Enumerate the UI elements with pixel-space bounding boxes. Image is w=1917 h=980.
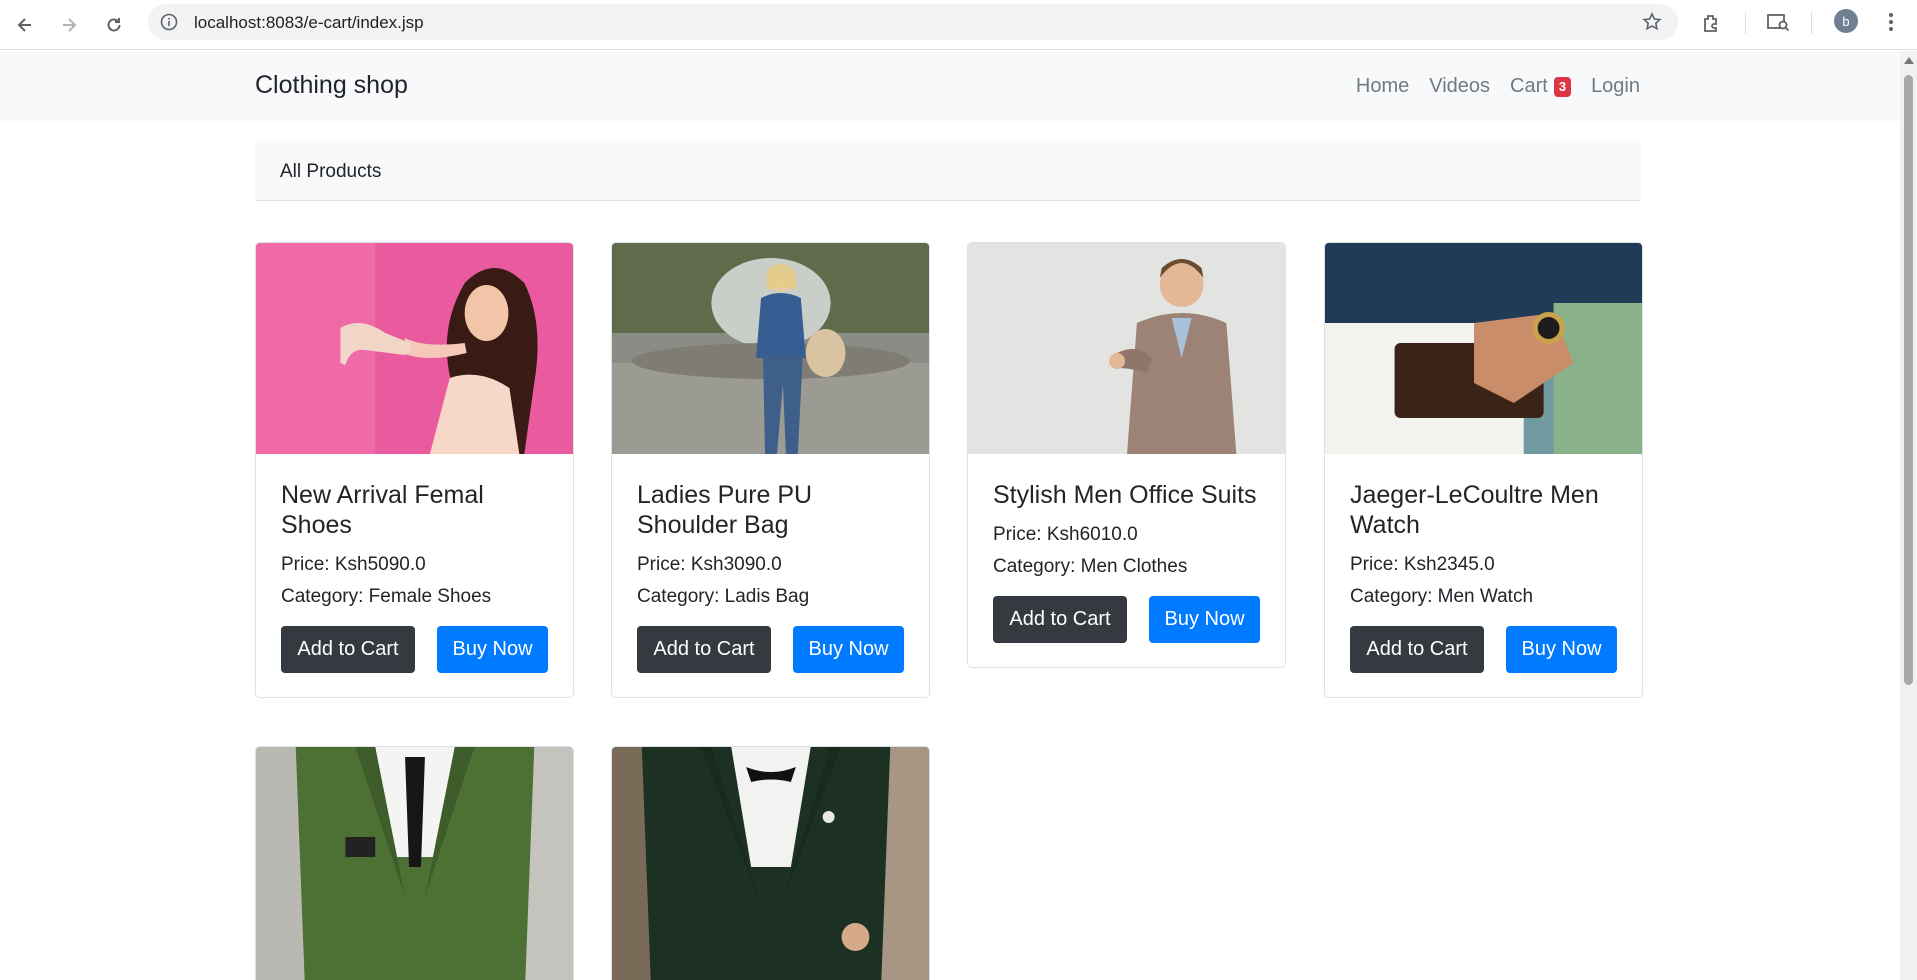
nav-home[interactable]: Home bbox=[1356, 75, 1409, 98]
forward-button[interactable] bbox=[52, 8, 86, 42]
arrow-left-icon bbox=[17, 18, 31, 32]
product-title: Ladies Pure PU Shoulder Bag bbox=[637, 481, 813, 539]
site-navbar: Clothing shop Home Videos Cart 3 Login bbox=[0, 51, 1900, 121]
product-category: Category: Ladis Bag bbox=[637, 586, 810, 607]
product-card: New Arrival Femal Shoes Price: Ksh5090.0… bbox=[255, 242, 574, 698]
url-text: localhost:8083/e-cart/index.jsp bbox=[194, 13, 424, 32]
product-image[interactable] bbox=[612, 243, 929, 454]
nav-cart-label: Cart bbox=[1510, 75, 1548, 97]
nav-links: Home Videos Cart 3 Login bbox=[1356, 75, 1640, 98]
add-to-cart-button[interactable]: Add to Cart bbox=[281, 626, 415, 673]
product-image[interactable] bbox=[256, 243, 573, 454]
buy-now-button[interactable]: Buy Now bbox=[1149, 596, 1260, 643]
add-to-cart-button[interactable]: Add to Cart bbox=[1350, 626, 1484, 673]
nav-cart[interactable]: Cart 3 bbox=[1510, 75, 1572, 98]
product-price: Price: Ksh5090.0 bbox=[281, 554, 426, 575]
product-image[interactable] bbox=[612, 747, 929, 980]
tab-search-icon[interactable] bbox=[1766, 10, 1790, 34]
product-title: New Arrival Femal Shoes bbox=[281, 481, 484, 539]
scroll-up-arrow[interactable] bbox=[1904, 57, 1914, 64]
page-scrollbar[interactable] bbox=[1900, 51, 1917, 980]
buy-now-button[interactable]: Buy Now bbox=[1506, 626, 1617, 673]
product-category: Category: Men Clothes bbox=[993, 556, 1188, 577]
address-bar[interactable]: localhost:8083/e-cart/index.jsp bbox=[148, 4, 1678, 40]
product-image[interactable] bbox=[1325, 243, 1642, 454]
bookmark-star-icon[interactable] bbox=[1642, 12, 1662, 32]
more-menu-icon[interactable] bbox=[1879, 10, 1903, 34]
reload-button[interactable] bbox=[97, 8, 131, 42]
add-to-cart-button[interactable]: Add to Cart bbox=[993, 596, 1127, 643]
scroll-thumb[interactable] bbox=[1904, 75, 1913, 685]
site-info-icon[interactable] bbox=[160, 13, 178, 31]
reload-icon bbox=[107, 18, 121, 32]
browser-toolbar: localhost:8083/e-cart/index.jsp b bbox=[0, 0, 1917, 50]
product-card: Stylish Men Office Suits Price: Ksh6010.… bbox=[967, 242, 1286, 668]
product-card: Jaeger-LeCoultre Men Watch Price: Ksh234… bbox=[1324, 242, 1643, 698]
add-to-cart-button[interactable]: Add to Cart bbox=[637, 626, 771, 673]
arrow-right-icon bbox=[63, 18, 77, 32]
nav-login[interactable]: Login bbox=[1591, 75, 1640, 98]
product-card bbox=[255, 746, 574, 980]
product-title: Stylish Men Office Suits bbox=[993, 481, 1257, 509]
breadcrumb-label: All Products bbox=[280, 161, 382, 182]
product-card bbox=[611, 746, 930, 980]
product-category: Category: Men Watch bbox=[1350, 586, 1534, 607]
product-image[interactable] bbox=[968, 243, 1285, 454]
profile-avatar[interactable]: b bbox=[1834, 9, 1858, 33]
extensions-icon[interactable] bbox=[1700, 10, 1724, 34]
nav-videos[interactable]: Videos bbox=[1429, 75, 1490, 98]
buy-now-button[interactable]: Buy Now bbox=[793, 626, 904, 673]
page-viewport: Clothing shop Home Videos Cart 3 Login A… bbox=[0, 51, 1900, 980]
product-title: Jaeger-LeCoultre Men Watch bbox=[1350, 481, 1599, 539]
product-price: Price: Ksh2345.0 bbox=[1350, 554, 1495, 575]
product-card: Ladies Pure PU Shoulder Bag Price: Ksh30… bbox=[611, 242, 930, 698]
breadcrumb: All Products bbox=[255, 141, 1641, 201]
brand-link[interactable]: Clothing shop bbox=[255, 71, 408, 100]
product-image[interactable] bbox=[256, 747, 573, 980]
product-category: Category: Female Shoes bbox=[281, 586, 492, 607]
product-price: Price: Ksh3090.0 bbox=[637, 554, 782, 575]
toolbar-divider bbox=[1745, 12, 1746, 34]
cart-count-badge: 3 bbox=[1553, 76, 1572, 97]
product-price: Price: Ksh6010.0 bbox=[993, 524, 1138, 545]
back-button[interactable] bbox=[8, 8, 42, 42]
toolbar-divider bbox=[1811, 12, 1812, 34]
buy-now-button[interactable]: Buy Now bbox=[437, 626, 548, 673]
